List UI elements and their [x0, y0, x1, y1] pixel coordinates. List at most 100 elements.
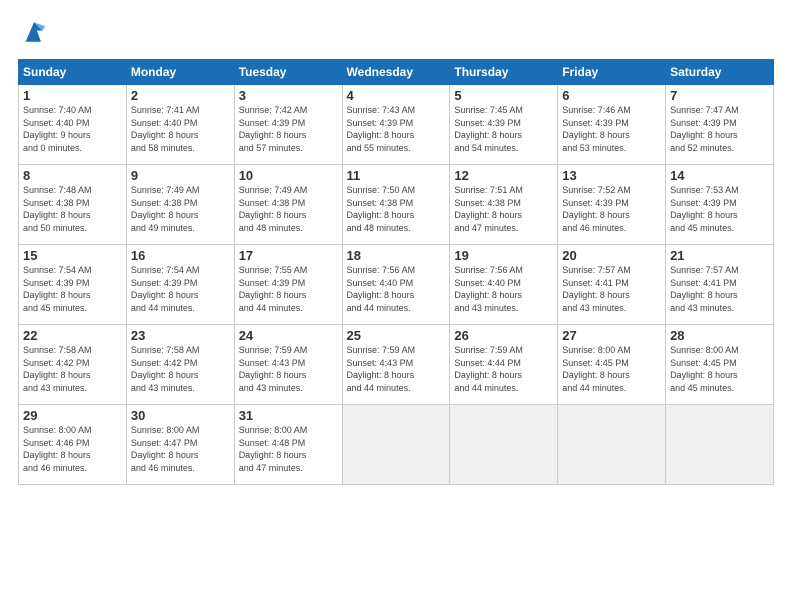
day-number: 6	[562, 88, 661, 103]
day-info: Sunrise: 7:45 AM Sunset: 4:39 PM Dayligh…	[454, 104, 553, 154]
calendar-cell: 14Sunrise: 7:53 AM Sunset: 4:39 PM Dayli…	[666, 165, 774, 245]
day-info: Sunrise: 7:59 AM Sunset: 4:43 PM Dayligh…	[239, 344, 338, 394]
calendar-week-row: 8Sunrise: 7:48 AM Sunset: 4:38 PM Daylig…	[19, 165, 774, 245]
day-info: Sunrise: 7:41 AM Sunset: 4:40 PM Dayligh…	[131, 104, 230, 154]
day-info: Sunrise: 7:59 AM Sunset: 4:44 PM Dayligh…	[454, 344, 553, 394]
calendar-cell	[342, 405, 450, 485]
day-number: 14	[670, 168, 769, 183]
day-number: 27	[562, 328, 661, 343]
day-number: 9	[131, 168, 230, 183]
calendar-header-row: SundayMondayTuesdayWednesdayThursdayFrid…	[19, 60, 774, 85]
day-info: Sunrise: 7:43 AM Sunset: 4:39 PM Dayligh…	[347, 104, 446, 154]
calendar-body: 1Sunrise: 7:40 AM Sunset: 4:40 PM Daylig…	[19, 85, 774, 485]
day-info: Sunrise: 7:51 AM Sunset: 4:38 PM Dayligh…	[454, 184, 553, 234]
day-info: Sunrise: 7:55 AM Sunset: 4:39 PM Dayligh…	[239, 264, 338, 314]
day-info: Sunrise: 7:50 AM Sunset: 4:38 PM Dayligh…	[347, 184, 446, 234]
day-number: 28	[670, 328, 769, 343]
day-number: 12	[454, 168, 553, 183]
calendar-cell: 25Sunrise: 7:59 AM Sunset: 4:43 PM Dayli…	[342, 325, 450, 405]
weekday-header: Monday	[126, 60, 234, 85]
day-number: 18	[347, 248, 446, 263]
calendar-cell: 22Sunrise: 7:58 AM Sunset: 4:42 PM Dayli…	[19, 325, 127, 405]
day-info: Sunrise: 7:59 AM Sunset: 4:43 PM Dayligh…	[347, 344, 446, 394]
day-info: Sunrise: 7:58 AM Sunset: 4:42 PM Dayligh…	[23, 344, 122, 394]
calendar-cell: 16Sunrise: 7:54 AM Sunset: 4:39 PM Dayli…	[126, 245, 234, 325]
logo	[18, 18, 48, 51]
day-info: Sunrise: 7:57 AM Sunset: 4:41 PM Dayligh…	[562, 264, 661, 314]
day-info: Sunrise: 8:00 AM Sunset: 4:46 PM Dayligh…	[23, 424, 122, 474]
day-number: 2	[131, 88, 230, 103]
weekday-header: Saturday	[666, 60, 774, 85]
calendar-cell: 24Sunrise: 7:59 AM Sunset: 4:43 PM Dayli…	[234, 325, 342, 405]
calendar-cell	[666, 405, 774, 485]
calendar-cell: 28Sunrise: 8:00 AM Sunset: 4:45 PM Dayli…	[666, 325, 774, 405]
day-number: 31	[239, 408, 338, 423]
day-number: 4	[347, 88, 446, 103]
calendar-week-row: 15Sunrise: 7:54 AM Sunset: 4:39 PM Dayli…	[19, 245, 774, 325]
calendar-cell: 10Sunrise: 7:49 AM Sunset: 4:38 PM Dayli…	[234, 165, 342, 245]
day-number: 1	[23, 88, 122, 103]
calendar-cell: 26Sunrise: 7:59 AM Sunset: 4:44 PM Dayli…	[450, 325, 558, 405]
day-info: Sunrise: 7:56 AM Sunset: 4:40 PM Dayligh…	[454, 264, 553, 314]
day-number: 17	[239, 248, 338, 263]
calendar-cell: 17Sunrise: 7:55 AM Sunset: 4:39 PM Dayli…	[234, 245, 342, 325]
weekday-header: Tuesday	[234, 60, 342, 85]
day-info: Sunrise: 7:47 AM Sunset: 4:39 PM Dayligh…	[670, 104, 769, 154]
calendar-cell: 13Sunrise: 7:52 AM Sunset: 4:39 PM Dayli…	[558, 165, 666, 245]
day-info: Sunrise: 7:53 AM Sunset: 4:39 PM Dayligh…	[670, 184, 769, 234]
day-number: 21	[670, 248, 769, 263]
day-number: 16	[131, 248, 230, 263]
calendar-week-row: 29Sunrise: 8:00 AM Sunset: 4:46 PM Dayli…	[19, 405, 774, 485]
calendar-cell: 30Sunrise: 8:00 AM Sunset: 4:47 PM Dayli…	[126, 405, 234, 485]
calendar-cell: 19Sunrise: 7:56 AM Sunset: 4:40 PM Dayli…	[450, 245, 558, 325]
day-number: 10	[239, 168, 338, 183]
day-info: Sunrise: 7:54 AM Sunset: 4:39 PM Dayligh…	[131, 264, 230, 314]
calendar-cell: 11Sunrise: 7:50 AM Sunset: 4:38 PM Dayli…	[342, 165, 450, 245]
weekday-header: Friday	[558, 60, 666, 85]
calendar-cell: 18Sunrise: 7:56 AM Sunset: 4:40 PM Dayli…	[342, 245, 450, 325]
calendar-week-row: 22Sunrise: 7:58 AM Sunset: 4:42 PM Dayli…	[19, 325, 774, 405]
day-info: Sunrise: 7:57 AM Sunset: 4:41 PM Dayligh…	[670, 264, 769, 314]
day-info: Sunrise: 7:54 AM Sunset: 4:39 PM Dayligh…	[23, 264, 122, 314]
day-info: Sunrise: 7:52 AM Sunset: 4:39 PM Dayligh…	[562, 184, 661, 234]
weekday-header: Wednesday	[342, 60, 450, 85]
calendar-cell: 7Sunrise: 7:47 AM Sunset: 4:39 PM Daylig…	[666, 85, 774, 165]
calendar-cell	[450, 405, 558, 485]
calendar-cell: 1Sunrise: 7:40 AM Sunset: 4:40 PM Daylig…	[19, 85, 127, 165]
day-info: Sunrise: 7:46 AM Sunset: 4:39 PM Dayligh…	[562, 104, 661, 154]
calendar-cell: 9Sunrise: 7:49 AM Sunset: 4:38 PM Daylig…	[126, 165, 234, 245]
day-number: 8	[23, 168, 122, 183]
day-number: 29	[23, 408, 122, 423]
day-number: 3	[239, 88, 338, 103]
calendar-cell: 2Sunrise: 7:41 AM Sunset: 4:40 PM Daylig…	[126, 85, 234, 165]
calendar-cell: 21Sunrise: 7:57 AM Sunset: 4:41 PM Dayli…	[666, 245, 774, 325]
day-number: 11	[347, 168, 446, 183]
day-number: 25	[347, 328, 446, 343]
calendar-cell: 20Sunrise: 7:57 AM Sunset: 4:41 PM Dayli…	[558, 245, 666, 325]
calendar-cell: 31Sunrise: 8:00 AM Sunset: 4:48 PM Dayli…	[234, 405, 342, 485]
day-number: 26	[454, 328, 553, 343]
calendar-table: SundayMondayTuesdayWednesdayThursdayFrid…	[18, 59, 774, 485]
day-number: 30	[131, 408, 230, 423]
weekday-header: Sunday	[19, 60, 127, 85]
day-info: Sunrise: 7:49 AM Sunset: 4:38 PM Dayligh…	[131, 184, 230, 234]
calendar-cell: 15Sunrise: 7:54 AM Sunset: 4:39 PM Dayli…	[19, 245, 127, 325]
calendar-cell: 27Sunrise: 8:00 AM Sunset: 4:45 PM Dayli…	[558, 325, 666, 405]
calendar-cell: 4Sunrise: 7:43 AM Sunset: 4:39 PM Daylig…	[342, 85, 450, 165]
calendar-cell: 3Sunrise: 7:42 AM Sunset: 4:39 PM Daylig…	[234, 85, 342, 165]
day-info: Sunrise: 7:40 AM Sunset: 4:40 PM Dayligh…	[23, 104, 122, 154]
day-info: Sunrise: 8:00 AM Sunset: 4:47 PM Dayligh…	[131, 424, 230, 474]
day-number: 7	[670, 88, 769, 103]
day-info: Sunrise: 7:58 AM Sunset: 4:42 PM Dayligh…	[131, 344, 230, 394]
day-number: 5	[454, 88, 553, 103]
calendar-cell: 6Sunrise: 7:46 AM Sunset: 4:39 PM Daylig…	[558, 85, 666, 165]
logo-icon	[20, 18, 48, 46]
day-number: 24	[239, 328, 338, 343]
day-number: 22	[23, 328, 122, 343]
page: SundayMondayTuesdayWednesdayThursdayFrid…	[0, 0, 792, 612]
calendar-cell: 12Sunrise: 7:51 AM Sunset: 4:38 PM Dayli…	[450, 165, 558, 245]
day-number: 13	[562, 168, 661, 183]
calendar-cell: 8Sunrise: 7:48 AM Sunset: 4:38 PM Daylig…	[19, 165, 127, 245]
day-info: Sunrise: 7:49 AM Sunset: 4:38 PM Dayligh…	[239, 184, 338, 234]
day-info: Sunrise: 7:56 AM Sunset: 4:40 PM Dayligh…	[347, 264, 446, 314]
